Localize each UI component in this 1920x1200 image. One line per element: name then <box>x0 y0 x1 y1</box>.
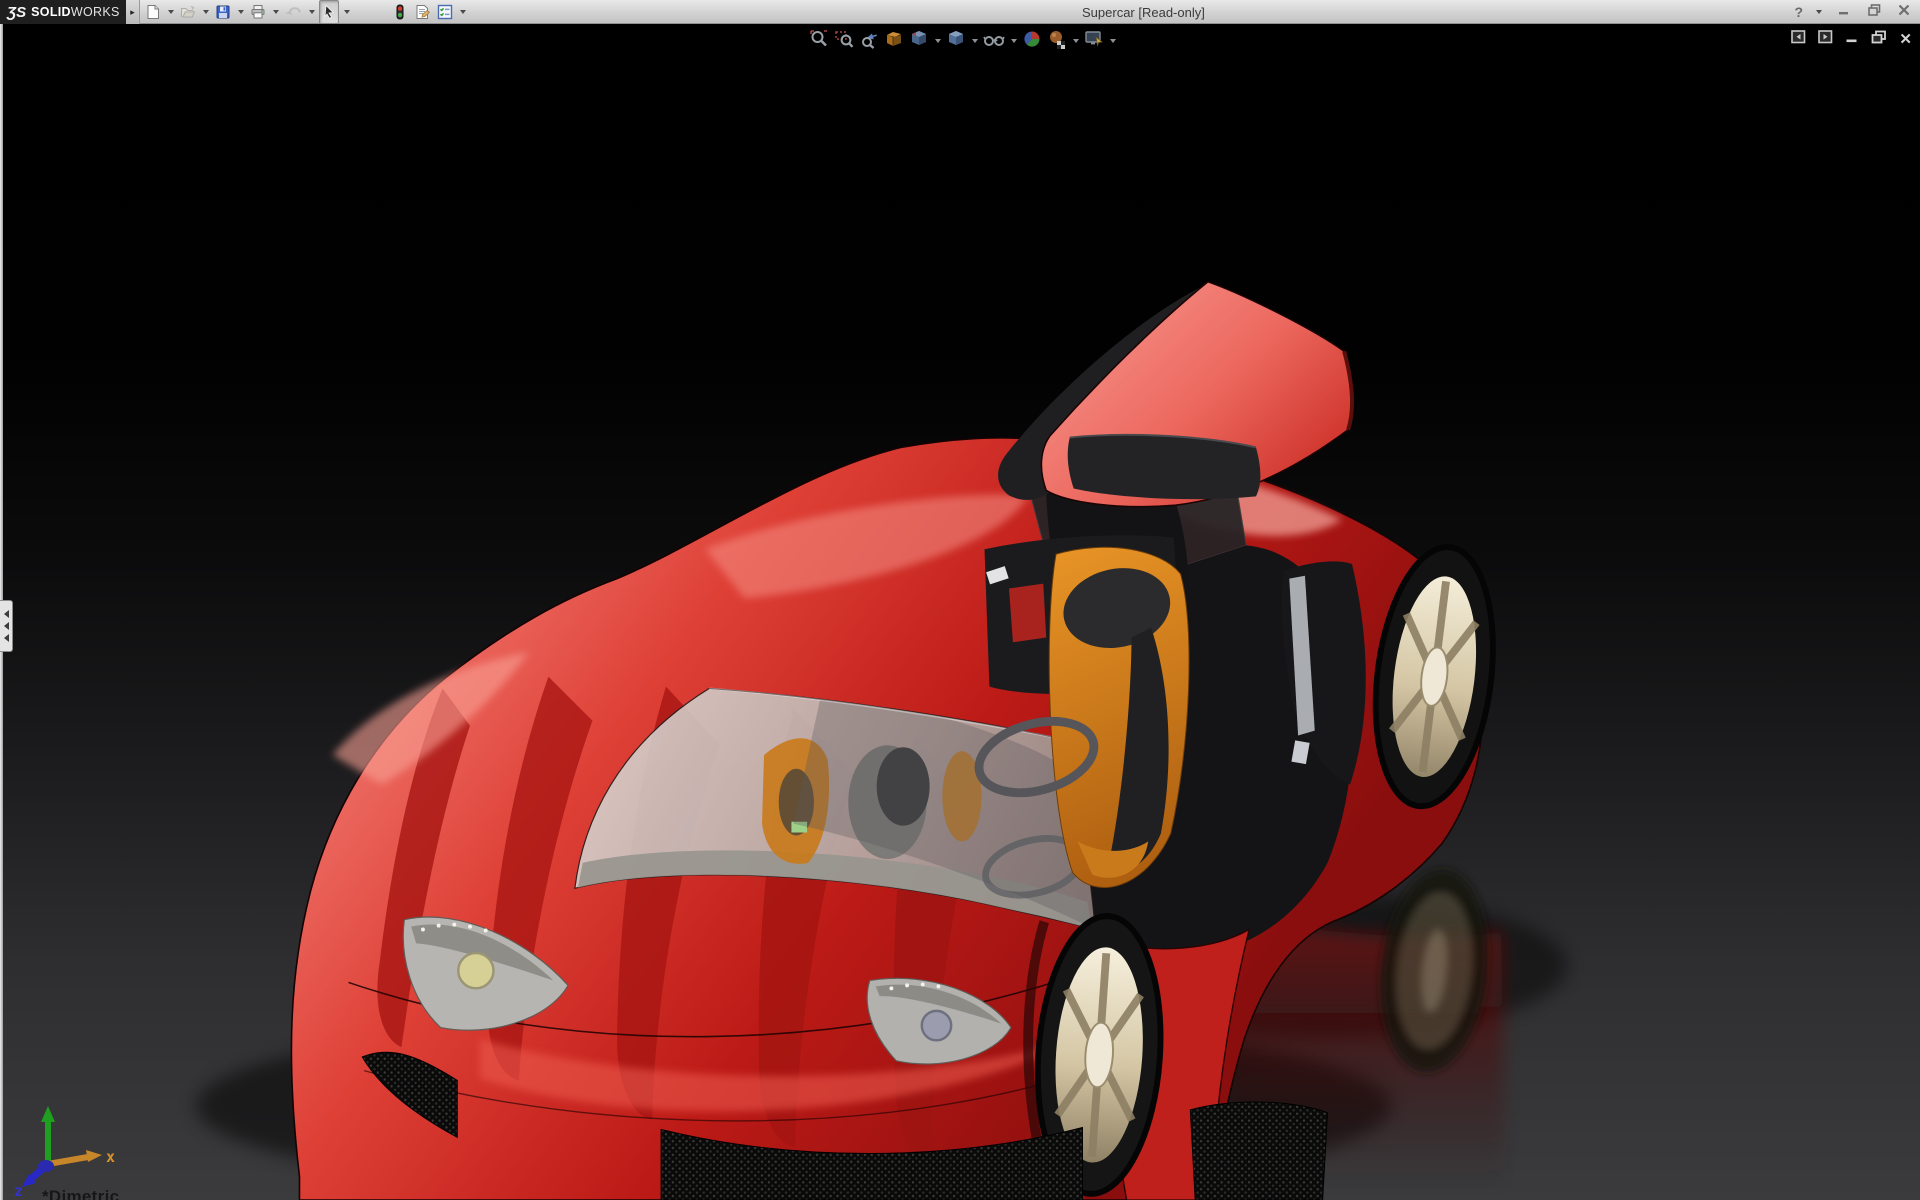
brand-mark-icon: ƷS <box>7 4 26 21</box>
panel-right-icon <box>1818 30 1833 49</box>
restore-icon <box>1871 30 1887 49</box>
save-button[interactable] <box>213 0 233 24</box>
solidworks-window: ƷS SOLID WORKS ▸ <box>0 0 1920 1200</box>
close-button[interactable] <box>1894 2 1914 22</box>
view-settings-icon <box>1084 29 1104 54</box>
new-dropdown[interactable] <box>165 3 176 21</box>
brand-name-light: WORKS <box>71 5 120 19</box>
undo-dropdown[interactable] <box>306 3 317 21</box>
hide-show-items-icon <box>983 29 1005 54</box>
display-style-button[interactable] <box>945 29 967 53</box>
save-icon <box>215 4 231 20</box>
zoom-to-fit-icon <box>809 29 829 54</box>
feature-pane-flyout-tab[interactable] <box>0 600 13 652</box>
open-dropdown[interactable] <box>200 3 211 21</box>
restore-icon <box>1867 3 1882 22</box>
apply-scene-icon <box>1047 29 1067 54</box>
print-dropdown[interactable] <box>270 3 281 21</box>
view-orientation-icon <box>909 29 929 54</box>
restore-document-button[interactable] <box>1871 30 1887 49</box>
titlebar: ƷS SOLID WORKS ▸ <box>0 0 1920 24</box>
rebuild-traffic-light-icon <box>392 4 408 20</box>
options-icon <box>437 4 453 20</box>
view-orientation-label: *Dimetric <box>42 1187 119 1200</box>
collapse-pane-right-button[interactable] <box>1818 30 1833 49</box>
apply-scene-button[interactable] <box>1046 29 1068 53</box>
triad-x-label: x <box>106 1148 115 1166</box>
undo-icon <box>285 4 302 20</box>
edit-appearance-button[interactable] <box>1021 29 1043 53</box>
menu-flyout-arrow[interactable]: ▸ <box>126 0 140 24</box>
headsup-view-toolbar <box>808 28 1117 54</box>
zoom-to-area-button[interactable] <box>833 29 855 53</box>
zoom-to-fit-button[interactable] <box>808 29 830 53</box>
driver-seat[interactable] <box>1049 547 1189 887</box>
new-button[interactable] <box>143 0 163 24</box>
close-document-button[interactable]: ✕ <box>1899 32 1912 47</box>
flyout-right-icon: ▸ <box>130 7 135 18</box>
apply-scene-dropdown[interactable] <box>1071 32 1080 50</box>
view-orientation-button[interactable] <box>908 29 930 53</box>
select-dropdown[interactable] <box>341 3 352 21</box>
brand-name-bold: SOLID <box>31 5 71 19</box>
file-properties-button[interactable] <box>412 0 433 24</box>
open-folder-icon <box>180 4 196 20</box>
standard-toolbar <box>143 0 468 24</box>
titlebar-controls: ? <box>1794 0 1914 24</box>
print-button[interactable] <box>248 0 268 24</box>
minimize-icon <box>1837 3 1851 22</box>
restore-button[interactable] <box>1864 2 1884 22</box>
file-properties-icon <box>414 4 431 20</box>
edit-appearance-icon <box>1022 29 1042 54</box>
select-cursor-icon <box>321 4 337 20</box>
close-icon: ✕ <box>1899 32 1912 47</box>
graphics-viewport[interactable]: ✕ x z *Dimetric <box>0 24 1920 1200</box>
options-button[interactable] <box>435 0 455 24</box>
previous-view-button[interactable] <box>858 29 880 53</box>
help-icon: ? <box>1794 4 1803 20</box>
display-style-icon <box>946 29 966 54</box>
minimize-document-button[interactable] <box>1845 30 1859 49</box>
side-vent <box>1282 561 1366 784</box>
section-view-button[interactable] <box>883 29 905 53</box>
minimize-icon <box>1845 30 1859 49</box>
new-document-icon <box>145 4 161 20</box>
collapse-pane-left-button[interactable] <box>1791 30 1806 49</box>
display-style-dropdown[interactable] <box>970 32 979 50</box>
minimize-button[interactable] <box>1834 2 1854 22</box>
left-arrow-icon <box>4 610 9 618</box>
left-arrow-icon <box>4 634 9 642</box>
open-door[interactable] <box>998 282 1352 507</box>
reference-triad: x z <box>6 1098 126 1198</box>
close-icon <box>1897 3 1911 22</box>
triad-z-label: z <box>14 1182 23 1198</box>
help-button[interactable]: ? <box>1794 4 1803 20</box>
view-orientation-dropdown[interactable] <box>933 32 942 50</box>
zoom-to-area-icon <box>834 29 854 54</box>
help-dropdown[interactable] <box>1813 3 1824 21</box>
document-title: Supercar [Read-only] <box>1082 0 1205 24</box>
left-arrow-icon <box>4 622 9 630</box>
previous-view-icon <box>859 29 879 54</box>
options-dropdown[interactable] <box>457 3 468 21</box>
3d-model-supercar[interactable] <box>0 24 1920 1200</box>
open-button[interactable] <box>178 0 198 24</box>
document-window-controls: ✕ <box>1791 30 1912 49</box>
section-view-icon <box>884 29 904 54</box>
hide-show-items-button[interactable] <box>982 29 1006 53</box>
hide-show-items-dropdown[interactable] <box>1009 32 1018 50</box>
view-settings-button[interactable] <box>1083 29 1105 53</box>
rebuild-button[interactable] <box>390 0 410 24</box>
undo-button[interactable] <box>283 0 304 24</box>
print-icon <box>250 4 266 20</box>
save-dropdown[interactable] <box>235 3 246 21</box>
panel-left-icon <box>1791 30 1806 49</box>
solidworks-logo[interactable]: ƷS SOLID WORKS <box>0 0 126 24</box>
view-settings-dropdown[interactable] <box>1108 32 1117 50</box>
select-button[interactable] <box>319 0 339 24</box>
